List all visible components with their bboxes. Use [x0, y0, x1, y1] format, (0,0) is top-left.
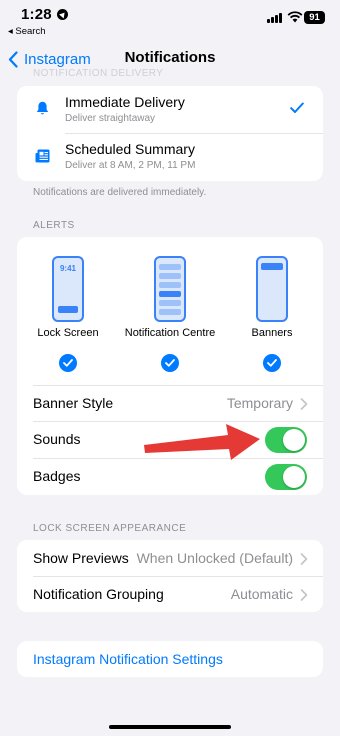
- sounds-toggle[interactable]: [265, 427, 307, 453]
- immediate-delivery-title: Immediate Delivery: [65, 94, 185, 110]
- app-settings-card: Instagram Notification Settings: [17, 641, 323, 677]
- notification-centre-phone-icon: [154, 256, 186, 322]
- notification-grouping-label: Notification Grouping: [33, 586, 164, 602]
- bell-icon: [36, 101, 49, 115]
- badges-label: Badges: [33, 468, 81, 484]
- page-title: Notifications: [124, 49, 216, 66]
- annotation-arrow: [144, 424, 260, 460]
- signal-icon: [267, 13, 283, 23]
- newspaper-icon: [35, 149, 50, 163]
- notification-centre-label: Notification Centre: [124, 327, 216, 339]
- scheduled-summary-subtitle: Deliver at 8 AM, 2 PM, 11 PM: [65, 160, 196, 171]
- instagram-notification-settings-link[interactable]: Instagram Notification Settings: [33, 651, 223, 667]
- delivery-footnote: Notifications are delivered immediately.: [33, 187, 207, 198]
- home-indicator: [109, 725, 231, 729]
- checkmark-icon: [267, 359, 277, 367]
- checkmark-icon: [290, 102, 304, 113]
- lock-screen-option[interactable]: 9:41 Lock Screen: [17, 237, 119, 385]
- lock-screen-checkbox[interactable]: [59, 354, 77, 372]
- notification-grouping-row[interactable]: Notification Grouping Automatic: [17, 577, 323, 612]
- notification-centre-option[interactable]: Notification Centre: [119, 237, 221, 385]
- banners-label: Banners: [251, 327, 293, 339]
- chevron-right-icon: [300, 553, 308, 565]
- banner-style-row[interactable]: Banner Style Temporary: [17, 386, 323, 421]
- delivery-card: Immediate Delivery Deliver straightaway …: [17, 86, 323, 181]
- immediate-delivery-subtitle: Deliver straightaway: [65, 113, 156, 124]
- notification-centre-checkbox[interactable]: [161, 354, 179, 372]
- immediate-delivery-row[interactable]: Immediate Delivery Deliver straightaway: [17, 86, 323, 133]
- badges-toggle[interactable]: [265, 464, 307, 490]
- status-bar: 1:28 ◂ Search 91: [0, 0, 340, 40]
- toggle-knob: [283, 429, 305, 451]
- banners-checkbox[interactable]: [263, 354, 281, 372]
- battery-icon: 91: [304, 11, 325, 24]
- sounds-label: Sounds: [33, 431, 81, 447]
- show-previews-value: When Unlocked (Default): [136, 550, 293, 566]
- wifi-icon: [287, 11, 303, 23]
- location-icon: [57, 9, 68, 20]
- chevron-right-icon: [300, 589, 308, 601]
- lock-screen-label: Lock Screen: [37, 327, 99, 339]
- checkmark-icon: [63, 359, 73, 367]
- show-previews-row[interactable]: Show Previews When Unlocked (Default): [17, 540, 323, 576]
- lock-screen-appearance-card: Show Previews When Unlocked (Default) No…: [17, 540, 323, 612]
- banners-option[interactable]: Banners: [221, 237, 323, 385]
- banners-phone-icon: [256, 256, 288, 322]
- alerts-header: ALERTS: [33, 220, 75, 231]
- notification-delivery-header: NOTIFICATION DELIVERY: [33, 68, 164, 79]
- banner-style-label: Banner Style: [33, 395, 114, 411]
- lock-screen-preview-time: 9:41: [59, 264, 76, 273]
- checkmark-icon: [165, 359, 175, 367]
- badges-row: Badges: [17, 459, 323, 495]
- show-previews-label: Show Previews: [33, 550, 129, 566]
- status-time: 1:28: [21, 6, 52, 23]
- banner-style-value: Temporary: [226, 395, 293, 411]
- chevron-right-icon: [300, 398, 308, 410]
- scheduled-summary-title: Scheduled Summary: [65, 141, 195, 157]
- notification-grouping-value: Automatic: [230, 586, 293, 602]
- lock-screen-appearance-header: LOCK SCREEN APPEARANCE: [33, 523, 187, 534]
- back-to-app-link[interactable]: ◂ Search: [8, 26, 46, 37]
- toggle-knob: [283, 466, 305, 488]
- scheduled-summary-row[interactable]: Scheduled Summary Deliver at 8 AM, 2 PM,…: [17, 134, 323, 181]
